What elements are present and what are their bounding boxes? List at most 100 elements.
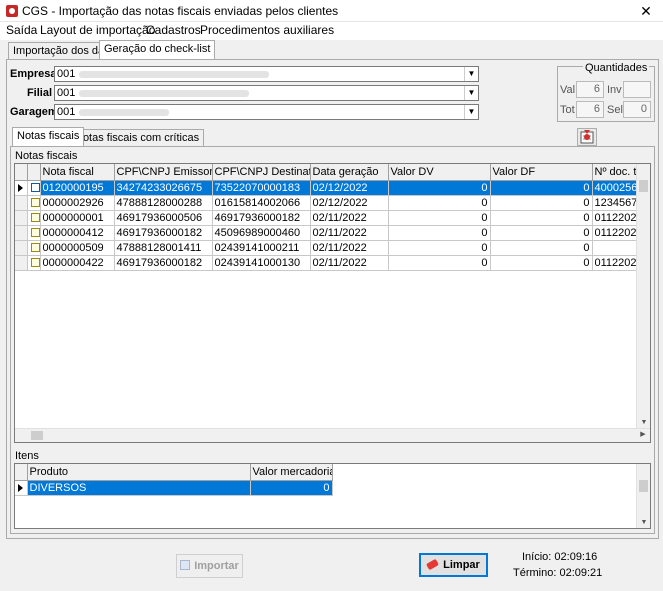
garagem-combo[interactable]: 001 ▼ — [54, 104, 479, 120]
table-row[interactable]: 0000000509 47888128001411 02439141000211… — [15, 240, 650, 256]
col-data-geracao[interactable]: Data geração — [310, 164, 389, 181]
app-icon — [6, 5, 18, 17]
itens-vertical-scrollbar[interactable]: ▼ — [636, 464, 650, 528]
table-row[interactable]: 0000000001 46917936000506 46917936000182… — [15, 210, 650, 226]
tot-box: 6 — [576, 101, 604, 118]
eraser-icon — [426, 558, 440, 571]
notas-group-title: Notas fiscais — [15, 150, 78, 162]
cell-valor-df: 0 — [490, 240, 593, 256]
table-row[interactable]: DIVERSOS 0 — [15, 480, 333, 496]
row-checkbox[interactable] — [27, 225, 41, 241]
cell-emissor: 34274233026675 — [114, 180, 213, 196]
cell-nota: 0000002926 — [40, 195, 115, 211]
row-indicator — [15, 180, 28, 196]
filial-redacted — [79, 90, 249, 97]
cell-emissor: 46917936000506 — [114, 210, 213, 226]
row-checkbox[interactable] — [27, 240, 41, 256]
col-valor-df[interactable]: Valor DF — [490, 164, 593, 181]
tab-notas-fiscais[interactable]: Notas fiscais — [12, 127, 85, 146]
cell-destinatario: 01615814002066 — [212, 195, 311, 211]
notas-vertical-scrollbar[interactable]: ▼ — [636, 164, 650, 428]
cell-data: 02/11/2022 — [310, 210, 389, 226]
val-box: 6 — [576, 81, 604, 98]
itens-grid[interactable]: Produto Valor mercadoria DIVERSOS 0 ▼ — [14, 463, 651, 529]
notas-horizontal-scrollbar[interactable]: ▶ — [15, 428, 650, 442]
main-tabstrip: Importação dos dados Geração do check-li… — [4, 40, 216, 60]
cell-valor-df: 0 — [490, 210, 593, 226]
checkbox-icon[interactable] — [30, 228, 39, 238]
cell-valor-mercadoria: 0 — [250, 480, 333, 496]
empresa-redacted — [79, 71, 269, 78]
scrollbar-thumb[interactable] — [639, 180, 648, 192]
checkbox-icon[interactable] — [30, 243, 39, 253]
cell-emissor: 46917936000182 — [114, 255, 213, 271]
cell-data: 02/11/2022 — [310, 255, 389, 271]
menu-layout-importacao[interactable]: Layout de importação — [40, 23, 155, 37]
row-checkbox[interactable] — [27, 195, 41, 211]
inicio-time: Início: 02:09:16 — [522, 551, 598, 563]
notas-grid[interactable]: Nota fiscal CPF\CNPJ Emissor CPF\CNPJ De… — [14, 163, 651, 443]
col-produto[interactable]: Produto — [27, 464, 251, 481]
row-pointer-icon — [18, 483, 23, 492]
tab-notas-fiscais-criticas[interactable]: Notas fiscais com críticas — [70, 129, 205, 146]
row-checkbox[interactable] — [27, 180, 41, 196]
save-icon — [180, 560, 191, 570]
table-row[interactable]: 0120000195 34274233026675 73522070000183… — [15, 180, 650, 196]
table-row[interactable]: 0000000422 46917936000182 02439141000130… — [15, 255, 650, 271]
limpar-label: Limpar — [443, 559, 480, 571]
filial-label: Filial — [26, 87, 52, 99]
tot-label: Tot — [560, 104, 575, 116]
cell-valor-dv: 0 — [388, 210, 491, 226]
table-row[interactable]: 0000000412 46917936000182 45096989000460… — [15, 225, 650, 241]
row-checkbox[interactable] — [27, 210, 41, 226]
close-icon[interactable]: ✕ — [633, 1, 659, 21]
scrollbar-thumb[interactable] — [31, 431, 43, 440]
menu-cadastros[interactable]: Cadastros — [146, 23, 201, 37]
scroll-down-icon[interactable]: ▼ — [637, 419, 650, 426]
garagem-label: Garagem — [10, 106, 58, 118]
empresa-combo[interactable]: 001 ▼ — [54, 66, 479, 82]
cell-nota: 0000000422 — [40, 255, 115, 271]
window-title: CGS - Importação das notas fiscais envia… — [22, 4, 339, 18]
chevron-down-icon[interactable]: ▼ — [464, 86, 478, 100]
tab-geracao-checklist[interactable]: Geração do check-list — [99, 40, 216, 59]
cell-nota: 0120000195 — [40, 180, 115, 196]
col-cpf-destinatario[interactable]: CPF\CNPJ Destinatário — [212, 164, 311, 181]
cell-destinatario: 45096989000460 — [212, 225, 311, 241]
row-indicator — [15, 195, 28, 211]
check-header — [27, 164, 41, 181]
filial-combo[interactable]: 001 ▼ — [54, 85, 479, 101]
importar-button[interactable]: Importar — [176, 554, 243, 578]
cell-produto: DIVERSOS — [27, 480, 251, 496]
scrollbar-thumb[interactable] — [639, 480, 648, 492]
checkbox-icon[interactable] — [30, 213, 39, 223]
col-valor-dv[interactable]: Valor DV — [388, 164, 491, 181]
table-row[interactable]: 0000002926 47888128000288 01615814002066… — [15, 195, 650, 211]
scroll-right-icon[interactable]: ▶ — [636, 430, 650, 438]
menu-procedimentos-auxiliares[interactable]: Procedimentos auxiliares — [200, 23, 334, 37]
garagem-redacted — [79, 109, 169, 116]
checkbox-icon[interactable] — [30, 198, 39, 208]
cell-destinatario: 73522070000183 — [212, 180, 311, 196]
itens-table: Produto Valor mercadoria DIVERSOS 0 — [15, 464, 333, 496]
row-checkbox[interactable] — [27, 255, 41, 271]
cell-data: 02/11/2022 — [310, 225, 389, 241]
notas-header-row: Nota fiscal CPF\CNPJ Emissor CPF\CNPJ De… — [15, 164, 650, 181]
col-nota-fiscal[interactable]: Nota fiscal — [40, 164, 115, 181]
cell-valor-dv: 0 — [388, 255, 491, 271]
limpar-button[interactable]: Limpar — [419, 553, 488, 577]
chevron-down-icon[interactable]: ▼ — [464, 67, 478, 81]
checkbox-icon[interactable] — [30, 258, 39, 268]
chevron-down-icon[interactable]: ▼ — [464, 105, 478, 119]
empresa-value: 001 — [57, 68, 76, 80]
title-bar: CGS - Importação das notas fiscais envia… — [0, 0, 663, 22]
col-valor-mercadoria[interactable]: Valor mercadoria — [250, 464, 333, 481]
col-cpf-emissor[interactable]: CPF\CNPJ Emissor — [114, 164, 213, 181]
menu-saida[interactable]: Saída — [6, 23, 37, 37]
export-button[interactable] — [577, 128, 597, 146]
cell-valor-df: 0 — [490, 195, 593, 211]
checkbox-icon[interactable] — [30, 183, 39, 193]
itens-header-row: Produto Valor mercadoria — [15, 464, 333, 481]
scroll-down-icon[interactable]: ▼ — [637, 519, 650, 526]
importar-label: Importar — [194, 560, 239, 572]
